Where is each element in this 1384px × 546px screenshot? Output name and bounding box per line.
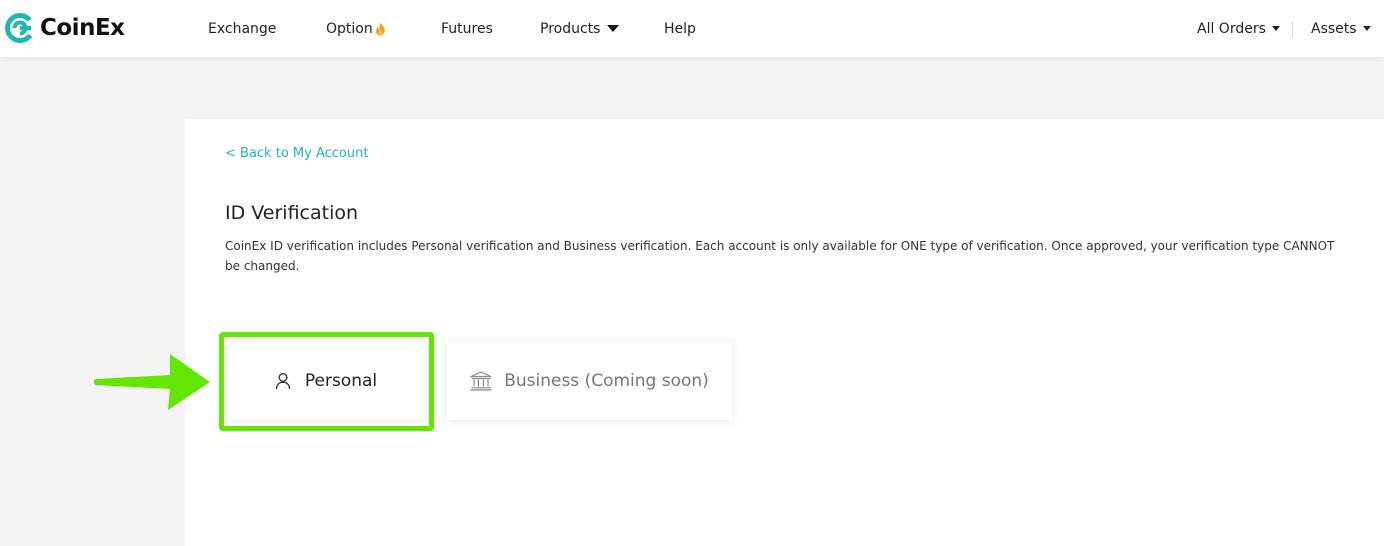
id-verification-card: < Back to My Account ID Verification Coi…: [185, 119, 1384, 546]
nav-all-orders-label: All Orders: [1197, 20, 1266, 37]
caret-down-icon: [1362, 26, 1371, 31]
nav-products-dropdown[interactable]: Products: [540, 0, 620, 57]
business-verification-label: Business (Coming soon): [504, 371, 709, 391]
page-description: CoinEx ID verification includes Personal…: [225, 239, 1335, 273]
nav-exchange-label: Exchange: [208, 20, 277, 37]
nav-futures[interactable]: Futures: [441, 0, 493, 57]
back-to-my-account-link[interactable]: < Back to My Account: [225, 146, 368, 161]
bank-icon: [470, 371, 492, 391]
nav-products-label: Products: [540, 20, 601, 37]
nav-help[interactable]: Help: [664, 0, 696, 57]
top-navigation-bar: CoinEx Exchange Option Futures Products …: [0, 0, 1384, 57]
nav-assets-label: Assets: [1311, 20, 1357, 37]
personal-verification-label: Personal: [304, 371, 378, 391]
coinex-logo-icon: [5, 13, 35, 43]
nav-exchange[interactable]: Exchange: [208, 0, 276, 57]
nav-futures-label: Futures: [441, 20, 493, 37]
nav-option-label: Option: [326, 20, 373, 37]
fire-icon: [375, 22, 385, 35]
nav-assets-dropdown[interactable]: Assets: [1311, 0, 1371, 57]
caret-down-icon: [607, 25, 620, 32]
nav-divider: [1292, 21, 1293, 37]
brand-name: CoinEx: [40, 15, 125, 41]
user-icon: [275, 373, 291, 390]
coinex-logo[interactable]: CoinEx: [4, 10, 125, 46]
page-title: ID Verification: [225, 202, 359, 224]
nav-help-label: Help: [664, 20, 696, 37]
nav-all-orders-dropdown[interactable]: All Orders: [1197, 0, 1280, 57]
business-verification-button: Business (Coming soon): [447, 342, 732, 420]
caret-down-icon: [1271, 26, 1280, 31]
personal-verification-button[interactable]: Personal: [225, 342, 426, 420]
nav-option[interactable]: Option: [326, 0, 387, 57]
